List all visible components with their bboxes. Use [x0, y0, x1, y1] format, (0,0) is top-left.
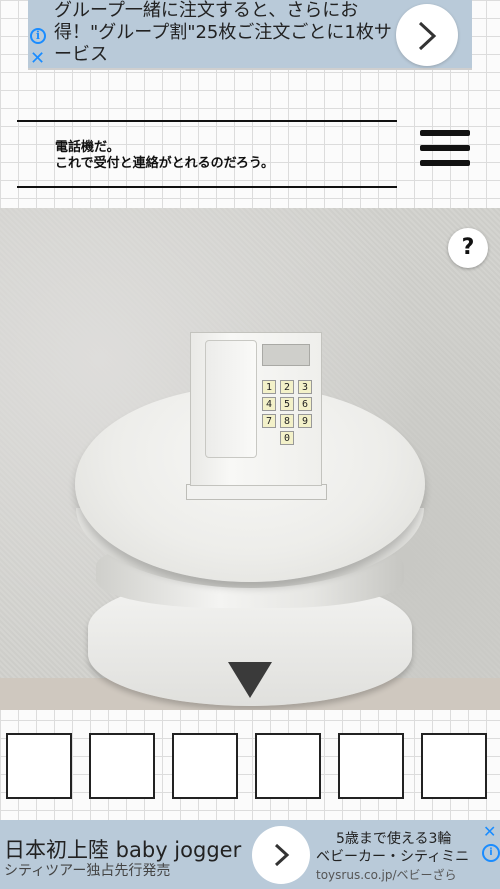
keypad-key-9[interactable]: 9 [298, 414, 312, 428]
keypad-key-5[interactable]: 5 [280, 397, 294, 411]
inventory-slot-5[interactable] [338, 733, 404, 799]
top-ad-open-button[interactable] [396, 4, 458, 66]
ad-info-icon[interactable]: i [30, 28, 46, 44]
message-line-2: これで受付と連絡がとれるのだろう。 [55, 156, 275, 171]
keypad-key-1[interactable]: 1 [262, 380, 276, 394]
ad-info-icon[interactable]: i [482, 844, 500, 862]
inventory-slot-3[interactable] [172, 733, 238, 799]
inventory-slot-2[interactable] [89, 733, 155, 799]
chevron-right-icon [274, 843, 290, 867]
keypad-key-0[interactable]: 0 [280, 431, 294, 445]
bottom-ad-right-line-1[interactable]: 5歳まで使える3輪 [336, 828, 451, 848]
bottom-ad-banner[interactable]: 日本初上陸 baby jogger シティツアー独占先行発売 5歳まで使える3輪… [0, 820, 500, 889]
telephone-display [262, 344, 310, 366]
keypad-key-2[interactable]: 2 [280, 380, 294, 394]
bottom-ad-subline[interactable]: シティツアー独占先行発売 [4, 860, 170, 880]
ad-close-icon[interactable]: ✕ [30, 48, 45, 69]
inventory-slot-4[interactable] [255, 733, 321, 799]
keypad-key-8[interactable]: 8 [280, 414, 294, 428]
message-text: 電話機だ。 これで受付と連絡がとれるのだろう。 [55, 140, 274, 172]
menu-button[interactable] [420, 130, 470, 176]
game-scene[interactable]: 1 2 3 4 5 6 7 8 9 0 ? [0, 208, 500, 710]
message-bottom-rule [17, 186, 397, 188]
hamburger-icon-bar [420, 145, 470, 151]
top-ad-text[interactable]: グループ一緒に注文すると、さらにお得！"グループ割"25枚ご注文ごとに1枚サービ… [54, 0, 394, 66]
navigate-back-arrow-icon[interactable] [228, 662, 272, 698]
chevron-right-icon [418, 21, 437, 51]
keypad-key-6[interactable]: 6 [298, 397, 312, 411]
inventory-slot-6[interactable] [421, 733, 487, 799]
message-line-1: 電話機だ。 [55, 140, 120, 155]
bottom-ad-url[interactable]: toysrus.co.jp/ベビーざら [316, 866, 480, 883]
hamburger-icon-bar [420, 160, 470, 166]
inventory-slot-1[interactable] [6, 733, 72, 799]
bottom-ad-open-button[interactable] [252, 826, 310, 884]
telephone-handset[interactable] [205, 340, 257, 458]
help-button[interactable]: ? [448, 228, 488, 268]
telephone-base [186, 484, 327, 500]
keypad-key-7[interactable]: 7 [262, 414, 276, 428]
message-top-rule [17, 120, 397, 122]
hamburger-icon-bar [420, 130, 470, 136]
top-ad-banner[interactable]: グループ一緒に注文すると、さらにお得！"グループ割"25枚ご注文ごとに1枚サービ… [28, 0, 472, 70]
bottom-ad-right-line-2[interactable]: ベビーカー・シティミニ [316, 846, 480, 866]
keypad-key-3[interactable]: 3 [298, 380, 312, 394]
keypad-key-4[interactable]: 4 [262, 397, 276, 411]
ad-close-icon[interactable]: ✕ [483, 822, 496, 841]
